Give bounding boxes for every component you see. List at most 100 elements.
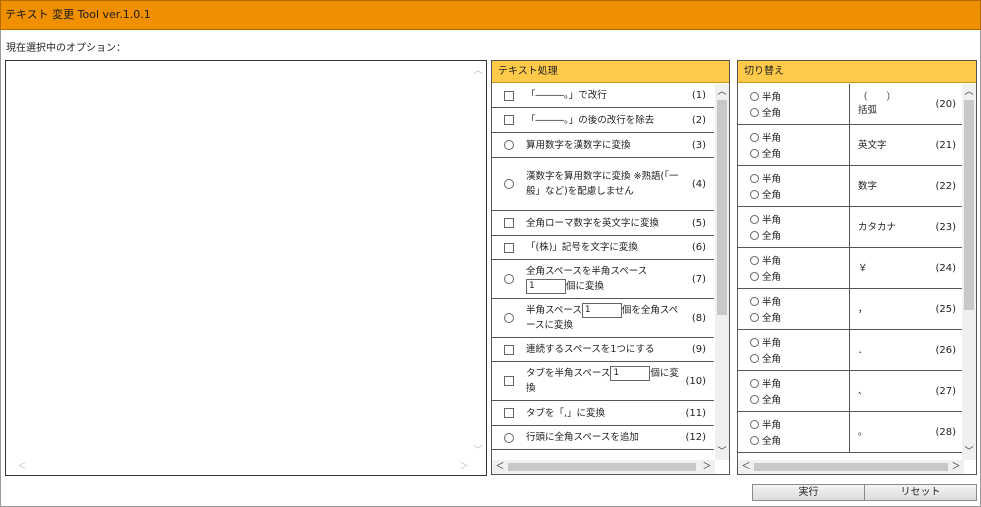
radio-circle[interactable]	[750, 189, 759, 199]
half-width-radio[interactable]: 半角	[750, 293, 849, 309]
switch-item: 半角 全角 カタカナ (23)	[738, 207, 964, 248]
text-processing-item[interactable]: 全角ローマ数字を英文字に変換 (5)	[492, 211, 714, 236]
scroll-thumb[interactable]	[964, 100, 974, 310]
radio-circle[interactable]	[750, 337, 759, 347]
radio-circle[interactable]	[750, 107, 759, 117]
full-width-radio[interactable]: 全角	[750, 268, 849, 284]
full-width-radio[interactable]: 全角	[750, 186, 849, 202]
option-checkbox[interactable]	[504, 90, 514, 101]
option-radio[interactable]	[504, 179, 514, 189]
option-checkbox[interactable]	[504, 218, 514, 228]
count-input[interactable]: 1	[610, 366, 651, 381]
radio-circle[interactable]	[750, 271, 759, 281]
radio-circle[interactable]	[750, 230, 759, 240]
option-checkbox[interactable]	[504, 376, 514, 386]
text-processing-horizontal-scrollbar[interactable]: ＜ ＞	[492, 460, 715, 474]
text-processing-item[interactable]: タブを半角スペース 1 個に変換 (10)	[492, 362, 714, 401]
switch-label: ，	[858, 303, 868, 315]
text-processing-item[interactable]: 連続するスペースを1つにする (9)	[492, 338, 714, 362]
option-radio[interactable]	[504, 140, 514, 150]
main-text-area[interactable]: ︿ ﹀ ＜ ＞	[5, 60, 487, 476]
full-width-radio[interactable]: 全角	[750, 104, 849, 120]
scroll-up-icon[interactable]: ︿	[715, 86, 729, 98]
text-processing-item[interactable]: 行頭に全角スペースを追加 (12)	[492, 426, 714, 450]
radio-label: 半角	[762, 297, 782, 308]
switch-horizontal-scrollbar[interactable]: ＜ ＞	[738, 460, 964, 474]
switch-vertical-scrollbar[interactable]: ︿ ﹀	[962, 84, 976, 460]
scroll-left-icon[interactable]: ＜	[740, 460, 752, 474]
execute-button[interactable]: 実行	[752, 484, 865, 501]
full-width-radio[interactable]: 全角	[750, 309, 849, 325]
radio-circle[interactable]	[750, 132, 759, 142]
scroll-thumb[interactable]	[508, 463, 696, 471]
text-area-vertical-scrollbar[interactable]: ︿ ﹀	[472, 65, 484, 457]
count-input[interactable]: 1	[526, 279, 566, 294]
option-radio[interactable]	[504, 432, 514, 443]
text-processing-item[interactable]: 半角スペース 1 個を全角スペースに変換 (8)	[492, 299, 714, 338]
text-processing-item[interactable]: 「(株)」記号を文字に変換 (6)	[492, 236, 714, 260]
half-width-radio[interactable]: 半角	[750, 129, 849, 145]
count-input[interactable]: 1	[581, 303, 622, 318]
radio-circle[interactable]	[750, 91, 759, 101]
half-width-radio[interactable]: 半角	[750, 252, 849, 268]
option-checkbox[interactable]	[504, 408, 514, 418]
full-width-radio[interactable]: 全角	[750, 145, 849, 161]
option-label: 半角スペース 1 個を全角スペースに変換	[526, 301, 682, 335]
half-width-radio[interactable]: 半角	[750, 375, 849, 391]
radio-circle[interactable]	[750, 394, 759, 404]
option-checkbox[interactable]	[504, 344, 514, 355]
half-width-radio[interactable]: 半角	[750, 334, 849, 350]
scroll-up-icon[interactable]: ︿	[472, 65, 484, 77]
radio-circle[interactable]	[750, 435, 759, 445]
text-area-horizontal-scrollbar[interactable]: ＜ ＞	[10, 461, 470, 473]
radio-circle[interactable]	[750, 419, 759, 429]
option-radio[interactable]	[504, 274, 514, 284]
scroll-down-icon[interactable]: ﹀	[715, 446, 729, 458]
full-width-radio[interactable]: 全角	[750, 432, 849, 448]
scroll-down-icon[interactable]: ﹀	[962, 446, 976, 458]
text-processing-item[interactable]: 全角スペースを半角スペース 1 個に変換 (7)	[492, 260, 714, 299]
scroll-up-icon[interactable]: ︿	[962, 86, 976, 98]
radio-circle[interactable]	[750, 312, 759, 322]
scroll-right-icon[interactable]: ＞	[458, 461, 470, 473]
option-label: 行頭に全角スペースを追加	[526, 432, 639, 443]
option-control	[492, 274, 526, 284]
option-checkbox[interactable]	[504, 242, 514, 253]
text-processing-item[interactable]: 漢数字を算用数字に変換 ※熟語(「一般」など)を配慮しません (4)	[492, 158, 714, 211]
option-radio[interactable]	[504, 313, 514, 323]
half-width-radio[interactable]: 半角	[750, 88, 849, 104]
text-processing-item[interactable]: 「―――。」の後の改行を除去 (2)	[492, 108, 714, 133]
switch-number: (27)	[935, 385, 956, 397]
full-width-radio[interactable]: 全角	[750, 391, 849, 407]
text-processing-item[interactable]: 算用数字を漢数字に変換 (3)	[492, 133, 714, 158]
text-processing-item[interactable]: タブを「,」に変換 (11)	[492, 401, 714, 426]
text-processing-vertical-scrollbar[interactable]: ︿ ﹀	[715, 84, 729, 460]
half-width-radio[interactable]: 半角	[750, 170, 849, 186]
scroll-right-icon[interactable]: ＞	[701, 460, 713, 474]
radio-circle[interactable]	[750, 353, 759, 363]
half-width-radio[interactable]: 半角	[750, 416, 849, 432]
scroll-right-icon[interactable]: ＞	[950, 460, 962, 474]
radio-circle[interactable]	[750, 378, 759, 388]
switch-number: (26)	[935, 344, 956, 356]
option-checkbox[interactable]	[504, 115, 514, 125]
scroll-down-icon[interactable]: ﹀	[472, 445, 484, 457]
text-processing-item[interactable]: 「―――。」で改行 (1)	[492, 84, 714, 108]
scroll-thumb[interactable]	[754, 463, 948, 471]
full-width-radio[interactable]: 全角	[750, 227, 849, 243]
radio-circle[interactable]	[750, 214, 759, 224]
scroll-left-icon[interactable]: ＜	[16, 461, 28, 473]
switch-radio-group: 半角 全角	[738, 330, 850, 370]
radio-circle[interactable]	[750, 296, 759, 306]
scroll-left-icon[interactable]: ＜	[494, 460, 506, 474]
option-number: (11)	[685, 407, 706, 419]
radio-label: 半角	[762, 420, 782, 431]
radio-circle[interactable]	[750, 173, 759, 183]
reset-button[interactable]: リセット	[864, 484, 977, 501]
scroll-thumb[interactable]	[717, 100, 727, 315]
radio-circle[interactable]	[750, 255, 759, 265]
radio-circle[interactable]	[750, 148, 759, 158]
half-width-radio[interactable]: 半角	[750, 211, 849, 227]
radio-label: 全角	[762, 395, 782, 406]
full-width-radio[interactable]: 全角	[750, 350, 849, 366]
